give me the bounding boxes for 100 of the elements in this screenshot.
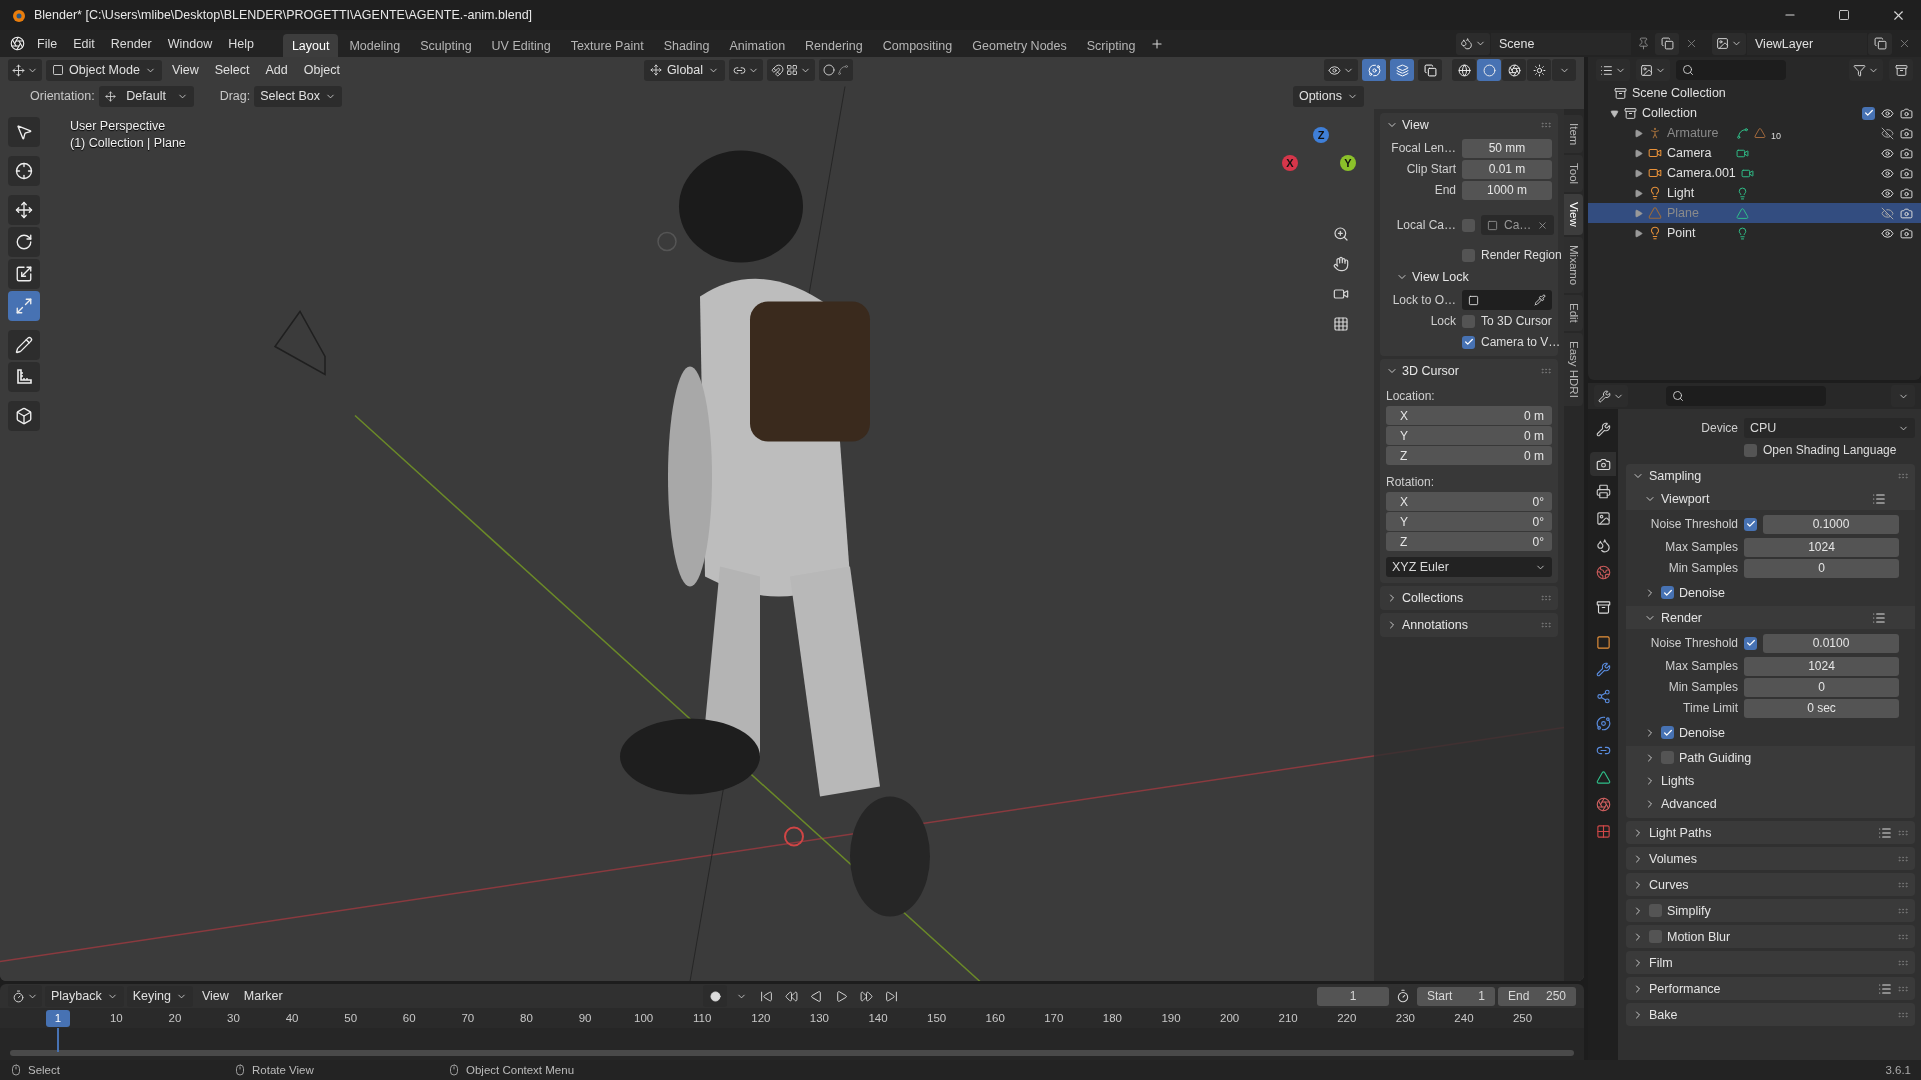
workspace-tab[interactable]: Animation [720,34,795,57]
field-label: Clip Start [1405,162,1456,176]
number-field[interactable]: 1000 m [1462,180,1552,200]
outliner-row[interactable]: Point [1588,223,1921,243]
tree-item[interactable]: Point [1667,226,1731,240]
workspace-tab[interactable]: Sculpting [411,34,481,57]
vector-field[interactable]: Z 0° [1386,532,1552,551]
number-field[interactable]: 0 [1744,677,1899,697]
device-dropdown[interactable]: CPU [1744,418,1915,438]
workspace-tab[interactable]: Layout [282,34,339,57]
panel-title[interactable]: Sampling [1649,468,1892,483]
drag-dropdown[interactable]: Select Box [254,85,342,107]
rotation-mode-dropdown[interactable]: XYZ Euler [1386,557,1552,577]
checkbox-label: Camera to V… [1481,335,1561,349]
sidebar-tab[interactable]: Easy HDRI [1564,333,1583,407]
subpanel-title[interactable]: Viewport [1661,491,1867,506]
menu-item[interactable]: Render [103,32,159,55]
field-label: Local Ca… [1395,218,1456,232]
field-label: Lock [1429,314,1456,328]
sidebar-tab[interactable]: Edit [1564,295,1583,332]
tree-item[interactable]: Scene Collection [1632,86,1726,100]
workspace-tab[interactable]: Geometry Nodes [963,34,1076,57]
current-frame-field[interactable]: 1 [1317,986,1389,1006]
mode-dropdown[interactable]: Object Mode [46,59,162,81]
outliner-row[interactable]: Camera.001 [1588,163,1921,183]
timeline-menu[interactable]: Playback [45,985,124,1007]
subpanel-title[interactable]: Advanced [1661,796,1909,811]
subpanel-title[interactable]: Lights [1661,773,1909,788]
timeline-menu[interactable]: Keying [126,985,193,1007]
subpanel-title[interactable]: Denoise [1679,585,1893,600]
workspace-tab[interactable]: Shading [654,34,719,57]
subpanel-title[interactable]: View Lock [1412,270,1552,284]
header-menu[interactable]: Select [208,59,256,81]
tree-item[interactable]: Armature [1667,126,1731,140]
field-label: End [1433,183,1456,197]
outliner-row[interactable]: Light [1588,183,1921,203]
panel-title[interactable]: View [1402,118,1536,132]
tree-item[interactable]: Collection [1642,106,1706,120]
subpanel-title[interactable]: Denoise [1679,725,1893,740]
number-field[interactable]: 1024 [1744,656,1899,676]
number-field[interactable]: 0.1000 [1763,514,1899,534]
number-field[interactable]: 0 [1744,558,1899,578]
tree-item[interactable]: Light [1667,186,1731,200]
frame-number: 160 [984,1012,1006,1024]
header-menu[interactable]: View [165,59,205,81]
frame-number: 150 [926,1012,948,1024]
menu-item[interactable]: Window [160,32,220,55]
sidebar-tab[interactable]: View [1564,194,1583,236]
frame-number: 120 [750,1012,772,1024]
vector-field[interactable]: Z 0 m [1386,446,1552,465]
frame-number: 230 [1394,1012,1416,1024]
frame-number: 140 [867,1012,889,1024]
workspace-tab[interactable]: Modeling [340,34,410,57]
orientation-label: Orientation: [30,89,95,103]
field-label: Noise Threshold [1649,517,1738,531]
sidebar-tab[interactable]: Tool [1564,155,1583,193]
timeline-menu[interactable]: Marker [237,985,289,1007]
workspace-tab[interactable]: UV Editing [482,34,560,57]
workspace-tab[interactable]: Compositing [873,34,962,57]
view-name: User Perspective [70,119,167,133]
number-field[interactable]: 0.0100 [1763,633,1899,653]
vector-field[interactable]: X 0 m [1386,406,1552,425]
number-field[interactable]: 50 mm [1462,138,1552,158]
sidebar-tab[interactable]: Mixamo [1564,237,1583,294]
header-menu[interactable]: Add [259,59,294,81]
timeline-menu[interactable]: View [195,985,235,1007]
number-field[interactable]: 0.01 m [1462,159,1552,179]
menu-item[interactable]: Edit [66,32,102,55]
workspace-tab[interactable]: Rendering [796,34,872,57]
workspace-tab[interactable]: Scripting [1077,34,1145,57]
sidebar-tab[interactable]: Item [1564,115,1583,154]
status-hint: Rotate View [252,1064,315,1076]
vector-field[interactable]: Y 0 m [1386,426,1552,445]
version-label: 3.6.1 [1885,1064,1911,1076]
frame-number: 170 [1043,1012,1065,1024]
camera-field[interactable]: Ca… [1481,215,1555,235]
vector-field[interactable]: X 0° [1386,492,1552,511]
outliner-row[interactable]: Armature 10 [1588,123,1921,143]
number-field[interactable]: 0 sec [1744,698,1899,718]
frame-end-field[interactable]: End 250 [1498,986,1576,1006]
checkbox-label: Render Region [1481,248,1562,262]
menu-item[interactable]: File [30,32,65,55]
vector-field[interactable]: Y 0° [1386,512,1552,531]
number-field[interactable]: 1024 [1744,537,1899,557]
subpanel-title[interactable]: Path Guiding [1679,750,1909,765]
menu-item[interactable]: Help [221,32,261,55]
frame-number: 210 [1277,1012,1299,1024]
outliner-row[interactable]: Camera [1588,143,1921,163]
frame-number: 180 [1101,1012,1123,1024]
tree-item[interactable]: Camera [1667,146,1731,160]
scene-name-field[interactable]: Scene [1491,32,1631,55]
field-label: Device [1700,421,1738,435]
drag-label: Drag: [219,89,251,103]
tree-item[interactable]: Camera.001 [1667,166,1736,180]
subpanel-title[interactable]: Render [1661,610,1867,625]
header-menu[interactable]: Object [297,59,346,81]
view-layer-name-field[interactable]: ViewLayer [1747,32,1867,55]
panel-title[interactable]: 3D Cursor [1402,364,1536,378]
workspace-tab[interactable]: Texture Paint [561,34,653,57]
frame-start-field[interactable]: Start 1 [1417,986,1495,1006]
